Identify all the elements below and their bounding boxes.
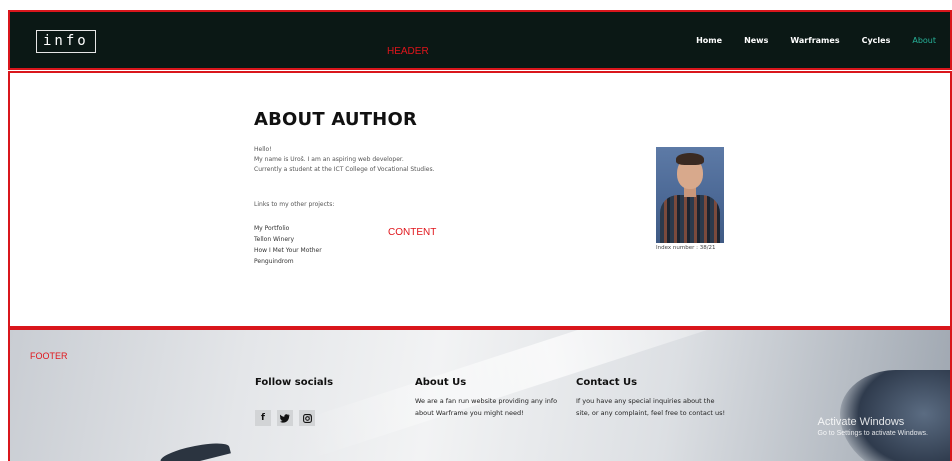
social-icons: f <box>255 410 315 426</box>
list-item: Penguindrom <box>254 256 322 267</box>
facebook-icon[interactable]: f <box>255 410 271 426</box>
author-intro: Hello! My name is Uroš. I am an aspiring… <box>254 145 435 175</box>
list-item: Tellon Winery <box>254 234 322 245</box>
link-portfolio[interactable]: My Portfolio <box>254 225 289 232</box>
list-item: My Portfolio <box>254 223 322 234</box>
project-links: My Portfolio Tellon Winery How I Met You… <box>254 223 322 267</box>
socials-title: Follow socials <box>255 377 334 388</box>
main-nav: Home News Warframes Cycles About <box>696 36 936 45</box>
contact-us-title: Contact Us <box>576 377 638 388</box>
index-number: Index number : 38/21 <box>656 245 716 251</box>
footer-background-wing <box>159 437 231 461</box>
nav-link-cycles[interactable]: Cycles <box>862 36 891 45</box>
list-item: How I Met Your Mother <box>254 245 322 256</box>
about-us-text: We are a fan run website providing any i… <box>415 397 558 417</box>
intro-greeting: Hello! <box>254 146 272 153</box>
site-footer: FOOTER Follow socials f About Us We are … <box>8 328 952 461</box>
nav-link-warframes[interactable]: Warframes <box>790 36 839 45</box>
watermark-line-2: Go to Settings to activate Windows. <box>817 430 929 437</box>
content-region-label: CONTENT <box>388 227 437 238</box>
footer-region-label: FOOTER <box>30 351 68 361</box>
nav-link-news[interactable]: News <box>744 36 768 45</box>
intro-student: Currently a student at the ICT College o… <box>254 166 435 173</box>
page-title: ABOUT AUTHOR <box>254 109 418 130</box>
links-heading: Links to my other projects: <box>254 201 335 208</box>
content-section: ABOUT AUTHOR Hello! My name is Uroš. I a… <box>8 71 952 328</box>
intro-name: My name is Uroš. I am an aspiring web de… <box>254 156 404 163</box>
footer-background-streak <box>296 330 804 460</box>
instagram-icon[interactable] <box>299 410 315 426</box>
watermark-line-1: Activate Windows <box>817 416 905 428</box>
link-tellon-winery[interactable]: Tellon Winery <box>254 236 294 243</box>
header-region-label: HEADER <box>387 46 429 57</box>
contact-us-text: If you have any special inquiries about … <box>576 397 726 417</box>
link-himym[interactable]: How I Met Your Mother <box>254 247 322 254</box>
nav-link-home[interactable]: Home <box>696 36 722 45</box>
twitter-icon[interactable] <box>277 410 293 426</box>
author-photo <box>656 147 724 243</box>
link-penguindrom[interactable]: Penguindrom <box>254 258 294 265</box>
about-us-title: About Us <box>415 377 467 388</box>
nav-link-about[interactable]: About <box>912 36 936 45</box>
site-logo[interactable]: info <box>36 30 96 53</box>
activate-windows-watermark: Activate Windows Go to Settings to activ… <box>818 416 929 437</box>
site-header: info HEADER Home News Warframes Cycles A… <box>8 10 952 70</box>
